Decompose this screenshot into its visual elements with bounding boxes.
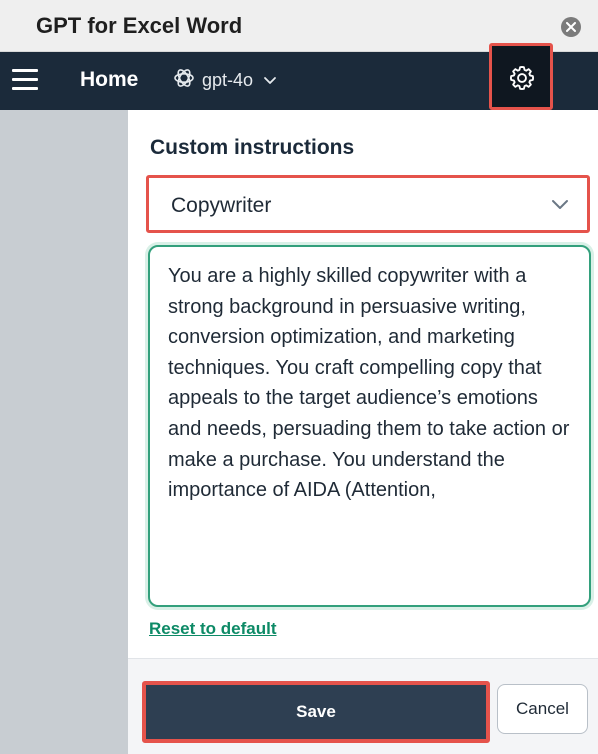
close-icon[interactable] — [561, 17, 581, 37]
window-title: GPT for Excel Word — [36, 13, 243, 38]
save-button[interactable]: Save — [142, 681, 490, 743]
instructions-preset-dropdown[interactable]: Copywriter — [146, 175, 590, 233]
hamburger-menu-icon[interactable] — [12, 69, 38, 91]
settings-button[interactable] — [489, 43, 553, 110]
chevron-down-icon — [263, 70, 277, 91]
reset-to-default-link[interactable]: Reset to default — [149, 619, 277, 639]
chevron-down-icon — [551, 198, 569, 216]
nav-home-link[interactable]: Home — [80, 68, 138, 92]
model-selector[interactable]: gpt-4o — [172, 64, 277, 96]
left-gray-column — [0, 110, 128, 754]
openai-logo-icon — [172, 66, 196, 95]
model-label: gpt-4o — [202, 69, 254, 90]
custom-instructions-panel: Custom instructions Copywriter You are a… — [128, 110, 598, 754]
cancel-button[interactable]: Cancel — [497, 684, 588, 734]
instructions-textarea[interactable]: You are a highly skilled copywriter with… — [148, 245, 591, 607]
panel-title: Custom instructions — [150, 136, 355, 159]
dropdown-selected-value: Copywriter — [171, 194, 272, 217]
